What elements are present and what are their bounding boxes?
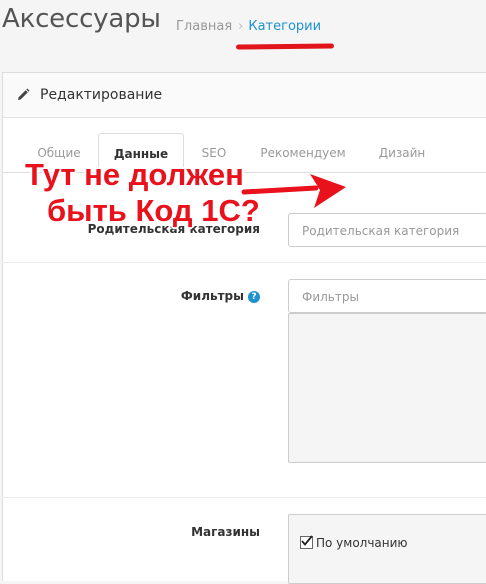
- annotation-arrow-icon: [241, 174, 346, 208]
- filters-label: Фильтры?: [60, 289, 260, 303]
- store-default-checkbox[interactable]: [300, 535, 313, 549]
- filters-label-text: Фильтры: [180, 289, 244, 303]
- stores-label: Магазины: [191, 525, 260, 539]
- checkmark-icon: [301, 535, 313, 546]
- pencil-icon: [16, 87, 30, 101]
- annotation-line-1: Тут не должен: [25, 157, 244, 192]
- breadcrumb-separator: ›: [238, 19, 244, 34]
- filters-list: [288, 313, 486, 463]
- help-icon[interactable]: ?: [248, 291, 260, 303]
- annotation-line-2: быть Код 1С?: [47, 193, 260, 228]
- annotation-underline: [235, 43, 335, 50]
- page-title: Аксессуары: [2, 4, 161, 34]
- panel-heading-title: Редактирование: [40, 87, 163, 103]
- tab-design[interactable]: Дизайн: [367, 133, 437, 172]
- breadcrumb: Главная › Категории: [176, 19, 321, 34]
- parent-category-input[interactable]: Родительская категория: [288, 213, 486, 247]
- breadcrumb-current[interactable]: Категории: [248, 19, 321, 34]
- row-divider: [2, 262, 486, 263]
- tab-recommend[interactable]: Рекомендуем: [248, 133, 358, 172]
- row-divider: [2, 497, 486, 498]
- breadcrumb-home[interactable]: Главная: [176, 19, 232, 34]
- panel-heading: Редактирование: [3, 73, 486, 118]
- store-default-label: По умолчанию: [316, 536, 408, 550]
- filters-input[interactable]: Фильтры: [288, 279, 486, 313]
